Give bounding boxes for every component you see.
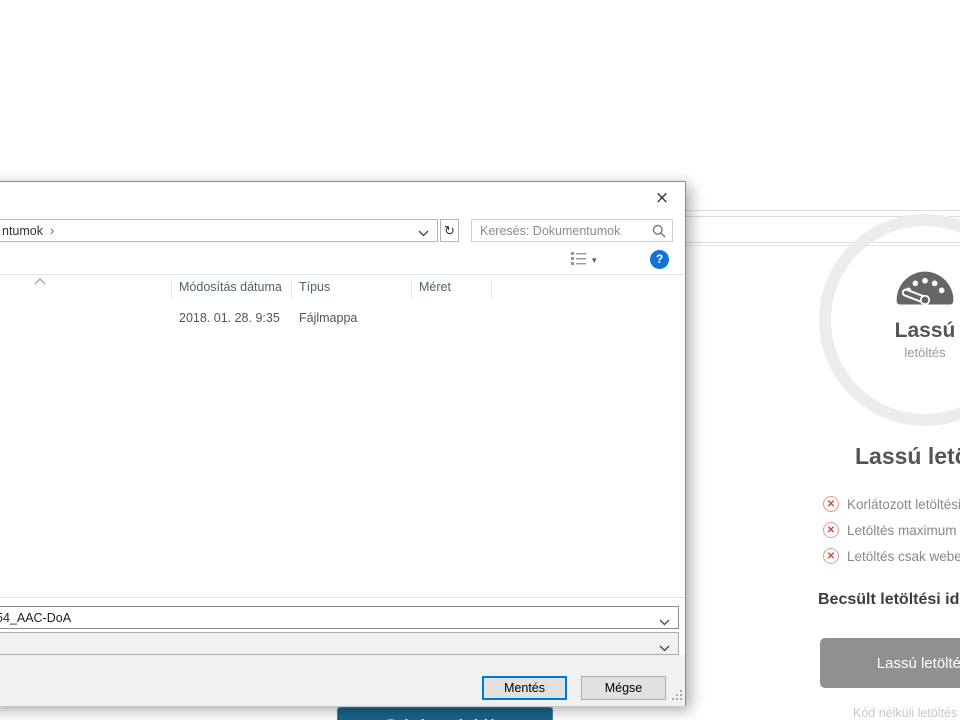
refresh-icon[interactable]: ↻ bbox=[440, 219, 459, 242]
chevron-down-icon[interactable] bbox=[659, 614, 670, 629]
circle-x-icon: ✕ bbox=[823, 496, 839, 512]
dialog-toolbar: ▾ ? bbox=[0, 244, 685, 275]
column-separator[interactable] bbox=[171, 279, 172, 300]
filename-input[interactable] bbox=[0, 609, 646, 626]
close-icon[interactable]: × bbox=[645, 185, 679, 211]
slow-download-heading: Lassú letöltés bbox=[855, 443, 960, 470]
save-button[interactable]: Mentés bbox=[482, 676, 567, 700]
list-item: ✕ Korlátozott letöltési sebesség bbox=[823, 491, 960, 517]
table-row[interactable]: 2018. 01. 28. 9:35 Fájlmappa bbox=[0, 308, 685, 330]
list-divider bbox=[0, 597, 685, 598]
chevron-down-icon[interactable] bbox=[659, 640, 670, 655]
column-header-date[interactable]: Módosítás dátuma bbox=[179, 280, 282, 294]
slow-download-badge: Lassú letöltés bbox=[819, 260, 960, 360]
sort-ascending-icon[interactable] bbox=[34, 274, 46, 288]
address-row: ntumok › ↻ bbox=[0, 219, 685, 242]
footer-note: Kód nélküli letöltés bbox=[853, 706, 957, 720]
column-separator[interactable] bbox=[411, 279, 412, 300]
premium-purchase-button[interactable]: Prémium vásárlás bbox=[337, 707, 553, 720]
column-header-type[interactable]: Típus bbox=[299, 280, 330, 294]
file-date-cell: 2018. 01. 28. 9:35 bbox=[179, 311, 280, 325]
chevron-down-icon[interactable] bbox=[418, 225, 429, 240]
breadcrumb[interactable]: ntumok bbox=[2, 224, 43, 238]
slow-download-button[interactable]: Lassú letöltés indítása bbox=[820, 638, 960, 688]
list-view-icon bbox=[571, 252, 586, 268]
breadcrumb-chevron-icon[interactable]: › bbox=[50, 223, 54, 238]
list-item: ✕ Letöltés maximum 2 GB méretig bbox=[823, 517, 960, 543]
column-header-row: Módosítás dátuma Típus Méret bbox=[0, 276, 685, 302]
list-item: ✕ Letöltés csak webes felületen bbox=[823, 543, 960, 569]
circle-x-icon: ✕ bbox=[823, 522, 839, 538]
badge-title: Lassú bbox=[819, 319, 960, 343]
search-icon[interactable] bbox=[652, 224, 666, 241]
address-breadcrumb-bar[interactable]: ntumok › bbox=[0, 219, 438, 242]
dialog-footer: Mentés Mégse bbox=[0, 655, 685, 706]
save-as-dialog: × ntumok › ↻ bbox=[0, 181, 686, 706]
filetype-combobox[interactable] bbox=[0, 632, 679, 655]
column-separator[interactable] bbox=[491, 279, 492, 300]
change-view-button[interactable]: ▾ bbox=[571, 252, 611, 268]
column-separator[interactable] bbox=[291, 279, 292, 300]
resize-grip[interactable] bbox=[672, 689, 683, 704]
circle-x-icon: ✕ bbox=[823, 548, 839, 564]
cancel-button[interactable]: Mégse bbox=[581, 676, 666, 700]
estimated-time-heading: Becsült letöltési idő: bbox=[818, 591, 960, 609]
restriction-list: ✕ Korlátozott letöltési sebesség ✕ Letöl… bbox=[823, 491, 960, 569]
dialog-titlebar[interactable]: × bbox=[0, 182, 685, 218]
search-box[interactable] bbox=[471, 219, 673, 242]
badge-subtitle: letöltés bbox=[819, 345, 960, 360]
chevron-down-icon: ▾ bbox=[592, 255, 597, 266]
filename-combobox[interactable] bbox=[0, 606, 679, 629]
column-header-size[interactable]: Méret bbox=[419, 280, 451, 294]
help-icon[interactable]: ? bbox=[650, 250, 669, 269]
search-input[interactable] bbox=[480, 222, 640, 239]
file-type-cell: Fájlmappa bbox=[299, 311, 357, 325]
speedometer-icon bbox=[891, 293, 959, 310]
